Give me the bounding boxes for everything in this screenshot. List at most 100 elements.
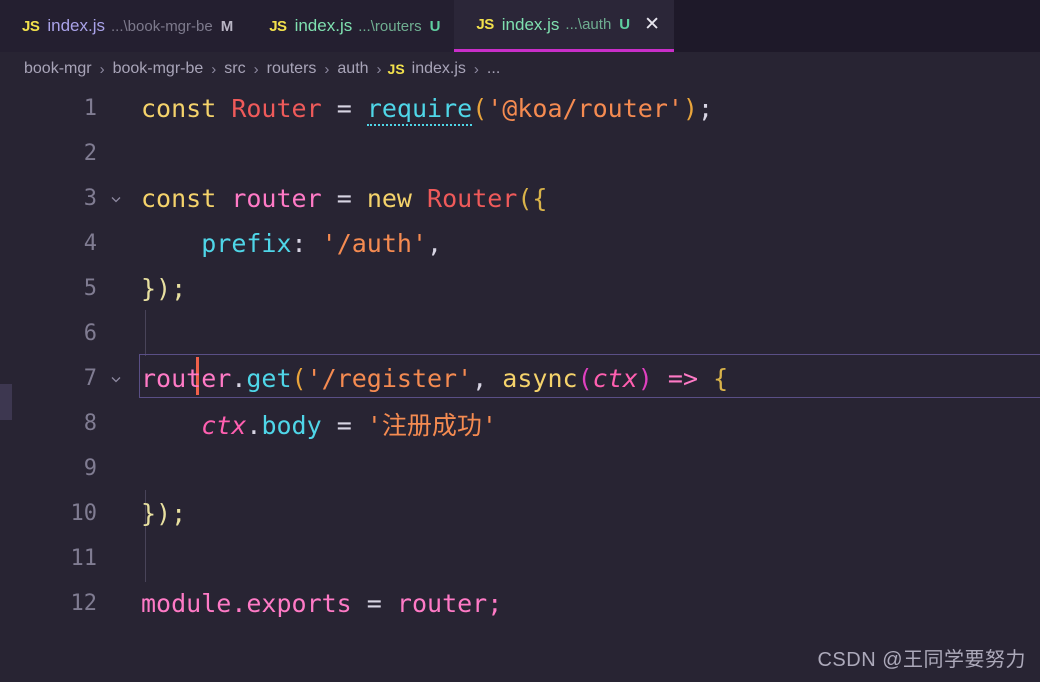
- token-router-class: Router: [427, 184, 518, 213]
- breadcrumb: book-mgr › book-mgr-be › src › routers ›…: [0, 52, 1040, 86]
- code-line-9[interactable]: 9: [0, 446, 1040, 491]
- code-line-11[interactable]: 11: [0, 536, 1040, 581]
- tab-index-js-routers[interactable]: JS index.js ...\routers U: [247, 0, 455, 52]
- line-number: 7: [83, 366, 97, 391]
- watermark: CSDN @王同学要努力: [817, 649, 1026, 671]
- code-line-7[interactable]: 7 router.get('/register', async(ctx) => …: [0, 356, 1040, 401]
- line-number: 3: [83, 186, 97, 211]
- chevron-right-icon: ›: [473, 60, 479, 78]
- tab-label: index.js: [294, 16, 353, 35]
- chevron-down-icon[interactable]: [105, 372, 127, 386]
- line-number: 12: [70, 591, 98, 616]
- js-file-icon: JS: [476, 16, 494, 33]
- token-body-prop: body: [261, 410, 322, 440]
- token-ctx-param: ctx: [592, 364, 638, 393]
- token-equals: =: [366, 589, 382, 618]
- breadcrumb-item-src[interactable]: src: [222, 60, 247, 78]
- code-content: ctx.body = '注册成功': [127, 406, 1040, 442]
- token-require: require: [366, 94, 473, 126]
- token-module: module: [141, 589, 232, 618]
- breadcrumb-item-auth[interactable]: auth: [335, 60, 370, 78]
- token-router-var: router: [231, 184, 322, 213]
- code-editor[interactable]: 1 const Router = require('@koa/router');…: [0, 86, 1040, 682]
- token-async: async: [502, 364, 578, 393]
- tab-index-js-auth[interactable]: JS index.js ...\auth U ✕: [454, 0, 675, 52]
- token-router-class: Router: [231, 94, 322, 123]
- code-content: prefix: '/auth',: [127, 229, 1040, 258]
- code-line-4[interactable]: 4 prefix: '/auth',: [0, 221, 1040, 266]
- token-rparen: ): [682, 94, 698, 123]
- token-router-var: router: [141, 364, 232, 393]
- tab-index-js-book-mgr-be[interactable]: JS index.js ...\book-mgr-be M: [0, 0, 248, 52]
- token-close-function: });: [141, 499, 187, 528]
- line-number: 4: [83, 231, 97, 256]
- breadcrumb-item-book-mgr[interactable]: book-mgr: [22, 60, 94, 78]
- code-content: const router = new Router({: [127, 184, 1040, 213]
- token-open-object: ({: [517, 184, 548, 213]
- token-equals: =: [336, 94, 352, 123]
- tab-description: ...\book-mgr-be: [111, 17, 213, 35]
- token-lparen: (: [472, 94, 488, 123]
- breadcrumb-overflow-ellipsis[interactable]: ...: [485, 60, 500, 78]
- chevron-right-icon: ›: [211, 60, 217, 78]
- line-number: 1: [83, 96, 97, 121]
- token-const: const: [141, 94, 217, 123]
- token-string-koa-router: '@koa/router': [487, 94, 683, 123]
- breadcrumb-item-book-mgr-be[interactable]: book-mgr-be: [111, 60, 206, 78]
- token-get-method: get: [246, 364, 292, 393]
- token-lparen: (: [291, 364, 307, 393]
- tab-status-badge: U: [619, 16, 631, 33]
- code-line-2[interactable]: 2: [0, 131, 1040, 176]
- token-ctx: ctx: [201, 410, 247, 440]
- chevron-right-icon: ›: [324, 60, 330, 78]
- close-icon[interactable]: ✕: [644, 15, 660, 34]
- tab-status-badge: M: [220, 17, 234, 35]
- code-line-5[interactable]: 5 });: [0, 266, 1040, 311]
- code-line-1[interactable]: 1 const Router = require('@koa/router');: [0, 86, 1040, 131]
- breadcrumb-item-routers[interactable]: routers: [265, 60, 319, 78]
- token-comma: ,: [472, 364, 488, 393]
- code-content: });: [127, 274, 1040, 303]
- tab-label: index.js: [501, 14, 560, 34]
- token-prefix-key: prefix: [201, 229, 292, 258]
- token-comma: ,: [427, 229, 443, 258]
- line-number: 5: [83, 276, 97, 301]
- code-content: const Router = require('@koa/router');: [127, 94, 1040, 126]
- token-router-export: router;: [396, 589, 503, 618]
- tab-label: index.js: [47, 16, 105, 35]
- breadcrumb-item-file[interactable]: index.js: [410, 60, 468, 78]
- code-line-12[interactable]: 12 module.exports = router;: [0, 581, 1040, 626]
- code-line-10[interactable]: 10 });: [0, 491, 1040, 536]
- js-file-icon: JS: [387, 61, 405, 77]
- token-string-register: '/register': [306, 364, 473, 393]
- token-equals: =: [336, 184, 352, 213]
- tab-description: ...\routers: [358, 17, 422, 35]
- line-number: 9: [83, 456, 97, 481]
- code-content: });: [127, 499, 1040, 528]
- code-line-8[interactable]: 8 ctx.body = '注册成功': [0, 401, 1040, 446]
- chevron-right-icon: ›: [99, 60, 105, 78]
- token-lparen: (: [577, 364, 593, 393]
- chevron-down-icon[interactable]: [105, 192, 127, 206]
- code-line-3[interactable]: 3 const router = new Router({: [0, 176, 1040, 221]
- chevron-right-icon: ›: [253, 60, 259, 78]
- tab-bar-empty-area: [674, 0, 1040, 52]
- token-new: new: [366, 184, 412, 213]
- token-rparen: ): [637, 364, 653, 393]
- tab-status-badge: U: [429, 17, 441, 35]
- code-line-6[interactable]: 6: [0, 311, 1040, 356]
- line-number: 10: [70, 501, 98, 526]
- token-dot: .: [231, 364, 247, 393]
